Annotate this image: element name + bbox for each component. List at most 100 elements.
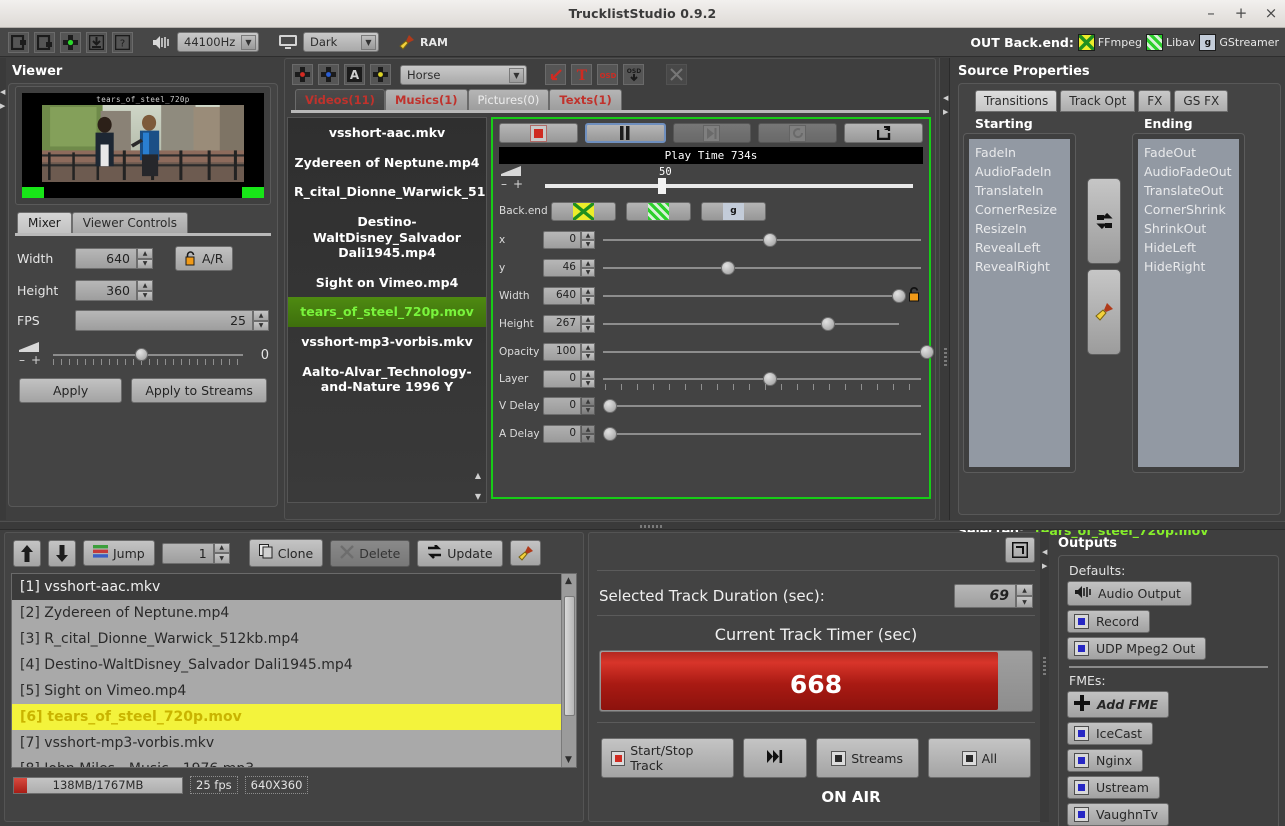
marker-yellow-icon[interactable]	[370, 64, 391, 85]
list-item[interactable]: TranslateOut	[1144, 181, 1237, 200]
chevron-down-icon[interactable]: ▼	[241, 35, 256, 50]
clip-width-stepper[interactable]: 640 ▲▼	[543, 287, 595, 305]
loop-button[interactable]	[758, 123, 837, 143]
fps-down-icon[interactable]: ▼	[253, 321, 269, 332]
aspect-lock-icon[interactable]	[908, 286, 921, 307]
clip-width-down-icon[interactable]: ▼	[581, 296, 595, 305]
list-item-selected[interactable]: [6] tears_of_steel_720p.mov	[12, 704, 576, 730]
tab-videos[interactable]: Videos(11)	[295, 89, 385, 110]
center-right-splitter[interactable]: ◀ ▶	[939, 58, 950, 520]
maximize-icon[interactable]: +	[1233, 6, 1249, 22]
file-list-scroll-buttons[interactable]: ▲ ▼	[471, 471, 485, 501]
clip-backend-libav[interactable]	[626, 202, 691, 221]
chevron-down-icon[interactable]: ▼	[361, 35, 376, 50]
playlist-list[interactable]: [1] vsshort-aac.mkv [2] Zydereen of Nept…	[11, 573, 577, 768]
tab-gs-fx[interactable]: GS FX	[1174, 90, 1228, 112]
scroll-down-icon[interactable]: ▼	[565, 755, 572, 765]
scrollbar-thumb[interactable]	[564, 596, 575, 716]
eject-button[interactable]	[844, 123, 923, 143]
download-icon[interactable]	[86, 32, 107, 53]
adelay-stepper[interactable]: 0 ▲▼	[543, 425, 595, 443]
list-item[interactable]: FadeIn	[975, 143, 1068, 162]
height-up-icon[interactable]: ▲	[137, 280, 153, 291]
fps-up-icon[interactable]: ▲	[253, 310, 269, 321]
jump-up-icon[interactable]: ▲	[214, 543, 230, 554]
chevron-down-icon[interactable]: ▼	[509, 68, 524, 83]
width-down-icon[interactable]: ▼	[137, 259, 153, 270]
all-button[interactable]: All	[928, 738, 1031, 778]
scroll-up-icon[interactable]: ▲	[471, 471, 485, 480]
y-slider-handle[interactable]	[721, 261, 735, 275]
detach-panel-button[interactable]	[1005, 537, 1035, 563]
clip-height-slider[interactable]	[603, 314, 901, 334]
starting-transitions-list[interactable]: FadeIn AudioFadeIn TranslateIn CornerRes…	[969, 139, 1070, 467]
import-right-icon[interactable]	[34, 32, 55, 53]
start-stop-track-button[interactable]: Start/Stop Track	[601, 738, 734, 778]
move-up-button[interactable]	[13, 540, 41, 567]
vaughntv-button[interactable]: VaughnTv	[1067, 803, 1169, 826]
width-stepper[interactable]: 640 ▲▼	[75, 248, 153, 269]
list-item[interactable]: [3] R_cital_Dionne_Warwick_512kb.mp4	[12, 626, 576, 652]
backend-ffmpeg[interactable]: FFmpeg	[1078, 34, 1142, 51]
list-item[interactable]: [7] vsshort-mp3-vorbis.mkv	[12, 730, 576, 756]
adelay-up-icon[interactable]: ▲	[581, 425, 595, 434]
list-item[interactable]: CornerShrink	[1144, 200, 1237, 219]
adelay-slider-handle[interactable]	[603, 427, 617, 441]
list-item[interactable]: HideRight	[1144, 257, 1237, 276]
list-item[interactable]: RevealRight	[975, 257, 1068, 276]
layer-down-icon[interactable]: ▼	[581, 379, 595, 388]
clip-height-down-icon[interactable]: ▼	[581, 324, 595, 333]
marker-blue-icon[interactable]	[318, 64, 339, 85]
clip-height-slider-handle[interactable]	[821, 317, 835, 331]
opacity-slider[interactable]	[603, 342, 923, 362]
clip-width-input[interactable]: 640	[543, 287, 581, 305]
scroll-down-icon[interactable]: ▼	[471, 492, 485, 501]
audio-output-button[interactable]: Audio Output	[1067, 581, 1192, 606]
fps-input[interactable]: 25	[75, 310, 253, 331]
clip-backend-ffmpeg[interactable]	[551, 202, 616, 221]
tab-transitions[interactable]: Transitions	[975, 90, 1057, 112]
list-item[interactable]: CornerResize	[975, 200, 1068, 219]
ustream-button[interactable]: Ustream	[1067, 776, 1160, 799]
update-button[interactable]: Update	[417, 540, 502, 567]
opacity-stepper[interactable]: 100 ▲▼	[543, 343, 595, 361]
opacity-down-icon[interactable]: ▼	[581, 352, 595, 361]
duration-down-icon[interactable]: ▼	[1016, 596, 1033, 608]
jump-index-input[interactable]: 1	[162, 543, 214, 564]
list-item[interactable]: AudioFadeIn	[975, 162, 1068, 181]
layer-input[interactable]: 0	[543, 370, 581, 388]
height-input[interactable]: 360	[75, 280, 137, 301]
list-item[interactable]: Aalto-Alvar_Technology-and-Nature 1996 Y	[288, 357, 486, 402]
resize-arrow-icon[interactable]	[545, 64, 566, 85]
aspect-ratio-button[interactable]: A/R	[175, 246, 233, 271]
move-down-button[interactable]	[48, 540, 76, 567]
height-stepper[interactable]: 360 ▲▼	[75, 280, 153, 301]
brush-icon[interactable]	[398, 34, 415, 51]
seek-slider[interactable]	[545, 184, 913, 188]
vdelay-down-icon[interactable]: ▼	[581, 406, 595, 415]
duration-input[interactable]: 69	[954, 584, 1016, 608]
osd-down-icon[interactable]: OSD	[623, 64, 644, 85]
splitter-arrow-right-icon[interactable]: ▶	[1042, 562, 1047, 570]
height-down-icon[interactable]: ▼	[137, 291, 153, 302]
tab-track-opt[interactable]: Track Opt	[1060, 90, 1135, 112]
splitter-arrow-left-icon[interactable]: ◀	[1042, 548, 1047, 556]
seek-slider-handle[interactable]	[658, 178, 666, 194]
clip-width-up-icon[interactable]: ▲	[581, 287, 595, 296]
clear-transitions-button[interactable]	[1087, 269, 1121, 355]
list-item[interactable]: Destino-WaltDisney_Salvador Dali1945.mp4	[288, 207, 486, 268]
ending-transitions-list[interactable]: FadeOut AudioFadeOut TranslateOut Corner…	[1138, 139, 1239, 467]
letter-a-icon[interactable]: A	[344, 64, 365, 85]
nginx-button[interactable]: Nginx	[1067, 749, 1143, 772]
tab-musics[interactable]: Musics(1)	[385, 89, 468, 110]
apply-button[interactable]: Apply	[19, 378, 122, 403]
y-stepper[interactable]: 46 ▲▼	[543, 259, 595, 277]
vdelay-slider-handle[interactable]	[603, 399, 617, 413]
streams-button[interactable]: Streams	[816, 738, 919, 778]
text-tool-icon[interactable]: T	[571, 64, 592, 85]
list-item[interactable]: AudioFadeOut	[1144, 162, 1237, 181]
record-button[interactable]: Record	[1067, 610, 1150, 633]
list-item[interactable]: TranslateIn	[975, 181, 1068, 200]
apply-to-streams-button[interactable]: Apply to Streams	[131, 378, 267, 403]
x-stepper[interactable]: 0 ▲▼	[543, 231, 595, 249]
